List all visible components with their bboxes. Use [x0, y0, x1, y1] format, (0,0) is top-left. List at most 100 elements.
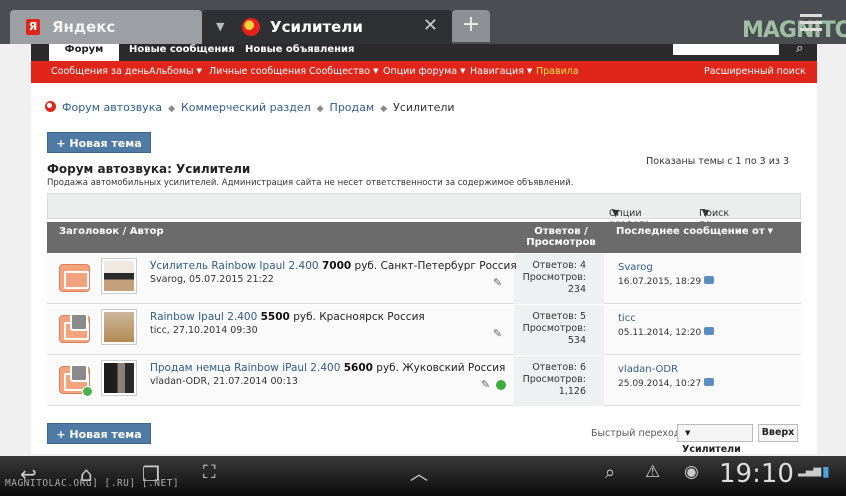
caret-down-icon: ▼: [612, 208, 620, 219]
go-to-post-icon[interactable]: [704, 276, 715, 284]
menu-icon[interactable]: [800, 14, 822, 35]
date-text: 16.07.2015, 18:29: [618, 277, 702, 287]
topic-author-date: ticc, 27.10.2014 09:30: [150, 325, 258, 336]
replies-count: Ответов: 4: [532, 260, 586, 271]
thumbnail[interactable]: [101, 360, 137, 396]
last-post-user[interactable]: ticc: [618, 313, 636, 324]
envelope-icon: [59, 313, 90, 343]
tab-label: Яндекс: [52, 18, 116, 36]
tab-amplifiers[interactable]: ▼ Усилители ✕: [202, 10, 452, 44]
nav-forum[interactable]: Форум: [49, 44, 119, 61]
col-last-post[interactable]: Последнее сообщение от ▼: [616, 226, 773, 237]
caret-down-icon: ▼: [373, 67, 379, 75]
topic-link[interactable]: Rainbow Ipaul 2.400: [150, 311, 257, 323]
attachment-icon: ✎: [493, 327, 503, 340]
nav-private-messages[interactable]: Личные сообщения: [209, 66, 306, 77]
topics-count: Показаны темы с 1 по 3 из 3: [646, 156, 789, 167]
nav-posts-today[interactable]: Сообщения за день: [51, 66, 149, 77]
new-tab-button[interactable]: +: [452, 10, 490, 42]
table-header: Заголовок / Автор Ответов / Просмотров П…: [47, 222, 801, 253]
check-icon: [496, 380, 506, 390]
last-post-user[interactable]: vladan-ODR: [618, 364, 678, 375]
replies-count: Ответов: 5: [532, 311, 586, 322]
nav-label: Сообщения за день: [51, 66, 150, 77]
col-replies-views[interactable]: Ответов / Просмотров: [521, 226, 601, 248]
last-post-user[interactable]: Svarog: [618, 262, 653, 273]
breadcrumb-item[interactable]: Форум автозвука: [62, 101, 162, 114]
go-top-button[interactable]: Вверх: [758, 424, 798, 442]
close-icon[interactable]: ✕: [423, 15, 438, 36]
breadcrumb-separator-icon: ◆: [380, 104, 388, 114]
date-text: 25.09.2014, 10:27: [618, 379, 702, 389]
envelope-icon: [59, 264, 90, 292]
caret-down-icon: ▼: [685, 429, 691, 437]
status-dot-icon: [82, 386, 93, 397]
search-icon[interactable]: ⌕: [605, 462, 615, 483]
select-value: Усилители: [682, 444, 741, 455]
forum-description: Продажа автомобильных усилителей. Админи…: [47, 178, 574, 188]
stats: Ответов: 4 Просмотров: 234: [514, 260, 586, 296]
topic-price: 5600: [343, 362, 373, 374]
thumbnail[interactable]: [101, 258, 137, 294]
col-title-author[interactable]: Заголовок / Автор: [59, 226, 164, 237]
views-label: Просмотров:: [522, 374, 586, 385]
web-page: Форум Новые сообщения Новые объявления ⌕…: [31, 41, 817, 455]
breadcrumb: Форум автозвука ◆ Коммерческий раздел ◆ Прод…: [45, 101, 455, 114]
home-icon[interactable]: [45, 101, 56, 112]
topic-location: руб. Жуковский Россия: [376, 362, 506, 374]
nav-navigation[interactable]: Навигация ▼: [470, 66, 532, 77]
page-title: Форум автозвука: Усилители: [47, 162, 251, 176]
nav-forum-options[interactable]: Опции форума ▼: [383, 66, 466, 77]
nav-rules[interactable]: Правила: [536, 66, 579, 77]
chevron-up-icon[interactable]: ︿: [410, 460, 428, 486]
nav-new-ads[interactable]: Новые объявления: [245, 44, 354, 61]
breadcrumb-item[interactable]: Продам: [330, 101, 375, 114]
top-navigation: Форум Новые сообщения Новые объявления ⌕: [31, 41, 817, 61]
screenshot-icon[interactable]: ⛶: [203, 462, 216, 483]
search-icon[interactable]: ⌕: [796, 41, 803, 56]
topic-link[interactable]: Продам немца Rainbow iPaul 2.400: [150, 362, 340, 374]
nav-label: Навигация: [470, 66, 524, 77]
watermark: MAGNITOL: [742, 18, 846, 43]
nav-albums[interactable]: Альбомы ▼: [149, 66, 202, 77]
breadcrumb-separator-icon: ◆: [316, 104, 324, 114]
search-input[interactable]: [673, 44, 779, 55]
quick-nav-label: Быстрый переход: [591, 428, 681, 439]
nav-label: Опции форума: [383, 66, 458, 77]
caret-down-icon: ▼: [702, 208, 710, 219]
quick-nav-select[interactable]: ▼ Усилители: [677, 424, 753, 455]
new-topic-button[interactable]: + Новая тема: [47, 132, 151, 153]
views-label: Просмотров:: [522, 323, 586, 334]
topic-location: руб. Красноярск Россия: [293, 311, 425, 323]
breadcrumb-item[interactable]: Коммерческий раздел: [181, 101, 311, 114]
breadcrumb-separator-icon: ◆: [168, 104, 175, 114]
tab-yandex[interactable]: Я Яндекс: [10, 10, 202, 44]
topic-link[interactable]: Усилитель Rainbow Ipaul 2.400: [150, 260, 319, 272]
date-text: 05.11.2014, 12:20: [618, 328, 702, 338]
views-label: Просмотров:: [522, 272, 586, 283]
go-to-post-icon[interactable]: [704, 327, 715, 335]
nav-community[interactable]: Сообщество ▼: [309, 66, 378, 77]
signal-icon: ▂▄▆: [798, 466, 822, 477]
new-topic-button-bottom[interactable]: + Новая тема: [47, 423, 151, 444]
breadcrumb-current: Усилители: [393, 101, 455, 114]
nav-new-posts[interactable]: Новые сообщения: [129, 44, 235, 61]
table-row: Усилитель Rainbow Ipaul 2.400 7000 руб. …: [47, 254, 801, 304]
col-label: Последнее сообщение от: [616, 226, 765, 237]
table-row: Продам немца Rainbow iPaul 2.400 5600 ру…: [47, 356, 801, 406]
caret-down-icon: ▼: [526, 67, 533, 75]
chevron-down-icon[interactable]: ▼: [216, 20, 224, 33]
warning-icon: ⚠: [645, 462, 661, 482]
caret-down-icon: ▼: [460, 67, 466, 75]
clock: 19:10: [719, 459, 794, 489]
nav-label: Правила: [536, 66, 579, 77]
battery-icon: ▮: [822, 464, 830, 480]
advanced-search-link[interactable]: Расширенный поиск: [704, 66, 806, 77]
views-count: 1,126: [558, 386, 586, 397]
thumbnail[interactable]: [101, 309, 137, 345]
envelope-icon: [59, 364, 93, 397]
last-post-date: 16.07.2015, 18:29: [618, 276, 715, 287]
forum-icon: [242, 18, 260, 36]
tab-label: Усилители: [270, 18, 363, 36]
go-to-post-icon[interactable]: [704, 378, 715, 386]
